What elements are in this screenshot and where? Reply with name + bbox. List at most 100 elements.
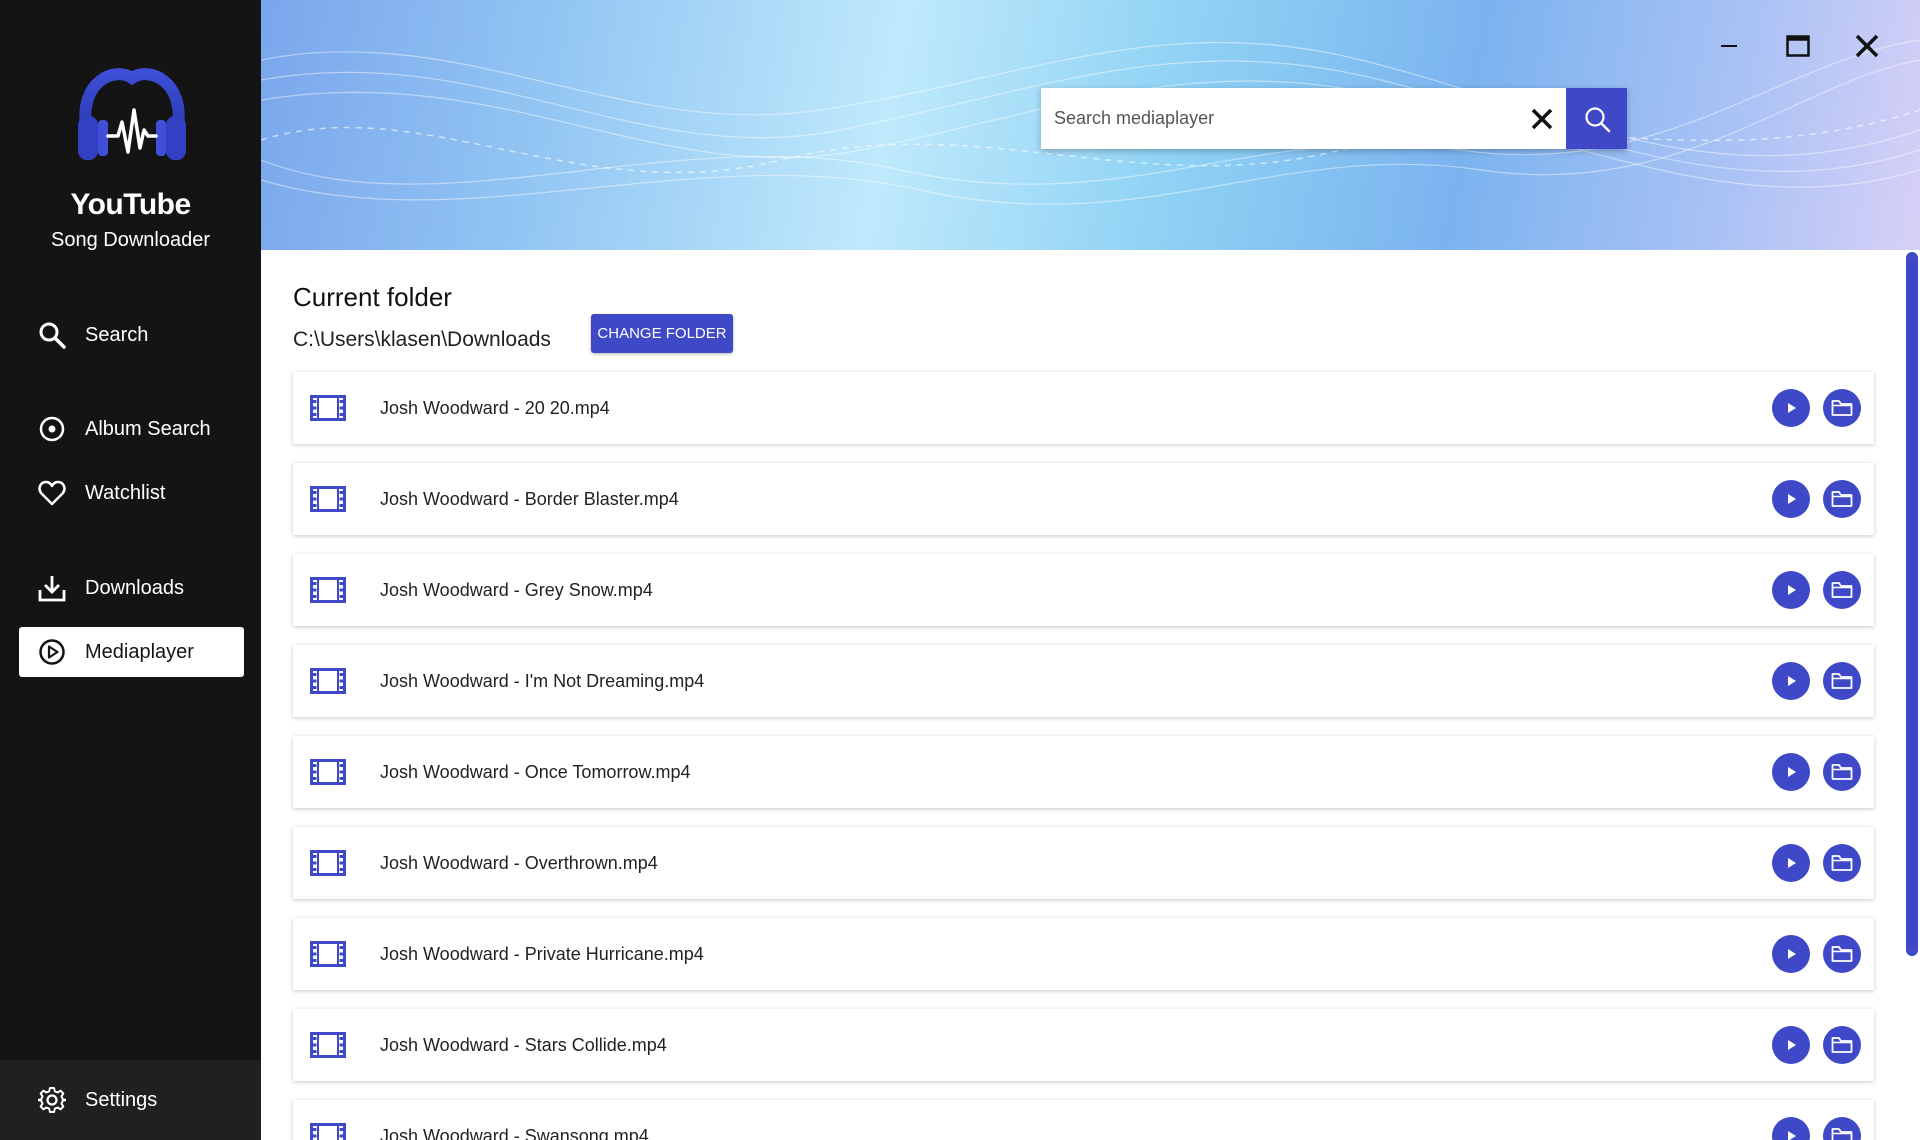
file-name: Josh Woodward - 20 20.mp4 <box>380 397 610 418</box>
film-icon <box>310 1123 346 1140</box>
film-icon <box>310 759 346 785</box>
file-name: Josh Woodward - Once Tomorrow.mp4 <box>380 761 691 782</box>
play-icon <box>1788 1040 1796 1050</box>
folder-icon <box>1831 946 1853 962</box>
sidebar-item-downloads[interactable]: Downloads <box>19 563 244 613</box>
open-folder-button[interactable] <box>1823 1026 1861 1064</box>
open-folder-button[interactable] <box>1823 480 1861 518</box>
folder-icon <box>1831 491 1853 507</box>
clear-icon <box>1531 108 1553 129</box>
open-folder-button[interactable] <box>1823 935 1861 973</box>
play-icon <box>1788 585 1796 595</box>
play-button[interactable] <box>1772 571 1810 609</box>
sidebar-item-album-search[interactable]: Album Search <box>19 404 244 454</box>
file-name: Josh Woodward - I'm Not Dreaming.mp4 <box>380 670 705 691</box>
search-input[interactable] <box>1041 88 1518 149</box>
file-row[interactable]: Josh Woodward - I'm Not Dreaming.mp4 <box>293 645 1874 717</box>
film-icon <box>310 941 346 967</box>
open-folder-button[interactable] <box>1823 1117 1861 1140</box>
play-button[interactable] <box>1772 480 1810 518</box>
app-subtitle: Song Downloader <box>51 229 210 251</box>
play-button[interactable] <box>1772 844 1810 882</box>
search-button[interactable] <box>1566 88 1627 149</box>
sidebar-item-label: Search <box>85 323 149 346</box>
file-row[interactable]: Josh Woodward - Grey Snow.mp4 <box>293 554 1874 626</box>
sidebar-item-label: Album Search <box>85 417 211 440</box>
current-folder-heading: Current folder <box>293 282 452 312</box>
film-icon <box>310 577 346 603</box>
sidebar-item-settings[interactable]: Settings <box>0 1060 261 1140</box>
search-icon <box>38 321 66 349</box>
file-row[interactable]: Josh Woodward - Border Blaster.mp4 <box>293 463 1874 535</box>
clear-search-button[interactable] <box>1518 88 1566 149</box>
maximize-button[interactable] <box>1778 28 1818 64</box>
file-row[interactable]: Josh Woodward - Stars Collide.mp4 <box>293 1009 1874 1081</box>
play-icon <box>1788 767 1796 777</box>
file-row[interactable]: Josh Woodward - Overthrown.mp4 <box>293 827 1874 899</box>
file-name: Josh Woodward - Overthrown.mp4 <box>380 852 658 873</box>
minimize-button[interactable] <box>1709 28 1749 64</box>
film-icon <box>310 668 346 694</box>
file-row[interactable]: Josh Woodward - 20 20.mp4 <box>293 372 1874 444</box>
play-button[interactable] <box>1772 662 1810 700</box>
folder-icon <box>1831 855 1853 871</box>
app-title: YouTube <box>70 188 191 221</box>
play-button[interactable] <box>1772 1026 1810 1064</box>
film-icon <box>310 395 346 421</box>
open-folder-button[interactable] <box>1823 662 1861 700</box>
folder-path: C:\Users\klasen\Downloads <box>293 328 551 351</box>
heart-icon <box>38 479 66 507</box>
file-name: Josh Woodward - Private Hurricane.mp4 <box>380 943 704 964</box>
maximize-icon <box>1786 35 1810 57</box>
file-row[interactable]: Josh Woodward - Private Hurricane.mp4 <box>293 918 1874 990</box>
header-banner <box>261 0 1920 250</box>
open-folder-button[interactable] <box>1823 844 1861 882</box>
file-name: Josh Woodward - Border Blaster.mp4 <box>380 488 679 509</box>
sidebar-item-label: Mediaplayer <box>85 640 194 663</box>
scrollbar-thumb[interactable] <box>1906 252 1918 956</box>
sidebar-item-watchlist[interactable]: Watchlist <box>19 468 244 518</box>
play-icon <box>1788 1131 1796 1140</box>
open-folder-button[interactable] <box>1823 389 1861 427</box>
search-icon <box>1584 106 1610 132</box>
folder-icon <box>1831 1037 1853 1053</box>
folder-icon <box>1831 673 1853 689</box>
film-icon <box>310 1032 346 1058</box>
play-icon <box>1788 494 1796 504</box>
play-button[interactable] <box>1772 1117 1810 1140</box>
sidebar-item-mediaplayer[interactable]: Mediaplayer <box>19 627 244 677</box>
file-name: Josh Woodward - Stars Collide.mp4 <box>380 1034 667 1055</box>
play-button[interactable] <box>1772 753 1810 791</box>
film-icon <box>310 486 346 512</box>
change-folder-button[interactable]: CHANGE FOLDER <box>591 314 733 353</box>
open-folder-button[interactable] <box>1823 571 1861 609</box>
close-window-button[interactable] <box>1847 28 1887 64</box>
open-folder-button[interactable] <box>1823 753 1861 791</box>
play-icon <box>1788 949 1796 959</box>
sidebar: YouTube Song Downloader Search Album Sea… <box>0 0 261 1140</box>
download-icon <box>38 574 66 602</box>
close-icon <box>1855 34 1879 58</box>
film-icon <box>310 850 346 876</box>
settings-label: Settings <box>85 1088 158 1111</box>
play-button[interactable] <box>1772 389 1810 427</box>
folder-icon <box>1831 400 1853 416</box>
sidebar-item-label: Watchlist <box>85 481 166 504</box>
play-circle-icon <box>38 638 66 666</box>
folder-icon <box>1831 582 1853 598</box>
play-button[interactable] <box>1772 935 1810 973</box>
play-icon <box>1788 858 1796 868</box>
sidebar-item-label: Downloads <box>85 576 184 599</box>
folder-icon <box>1831 1128 1853 1140</box>
file-name: Josh Woodward - Swansong.mp4 <box>380 1125 649 1140</box>
file-row[interactable]: Josh Woodward - Swansong.mp4 <box>293 1100 1874 1140</box>
gear-icon <box>38 1086 66 1114</box>
search-bar <box>1041 88 1627 149</box>
minimize-icon <box>1721 45 1737 47</box>
file-row[interactable]: Josh Woodward - Once Tomorrow.mp4 <box>293 736 1874 808</box>
disc-icon <box>38 415 66 443</box>
folder-icon <box>1831 764 1853 780</box>
headphones-logo-icon <box>78 68 186 160</box>
file-name: Josh Woodward - Grey Snow.mp4 <box>380 579 653 600</box>
sidebar-item-search[interactable]: Search <box>19 310 244 360</box>
